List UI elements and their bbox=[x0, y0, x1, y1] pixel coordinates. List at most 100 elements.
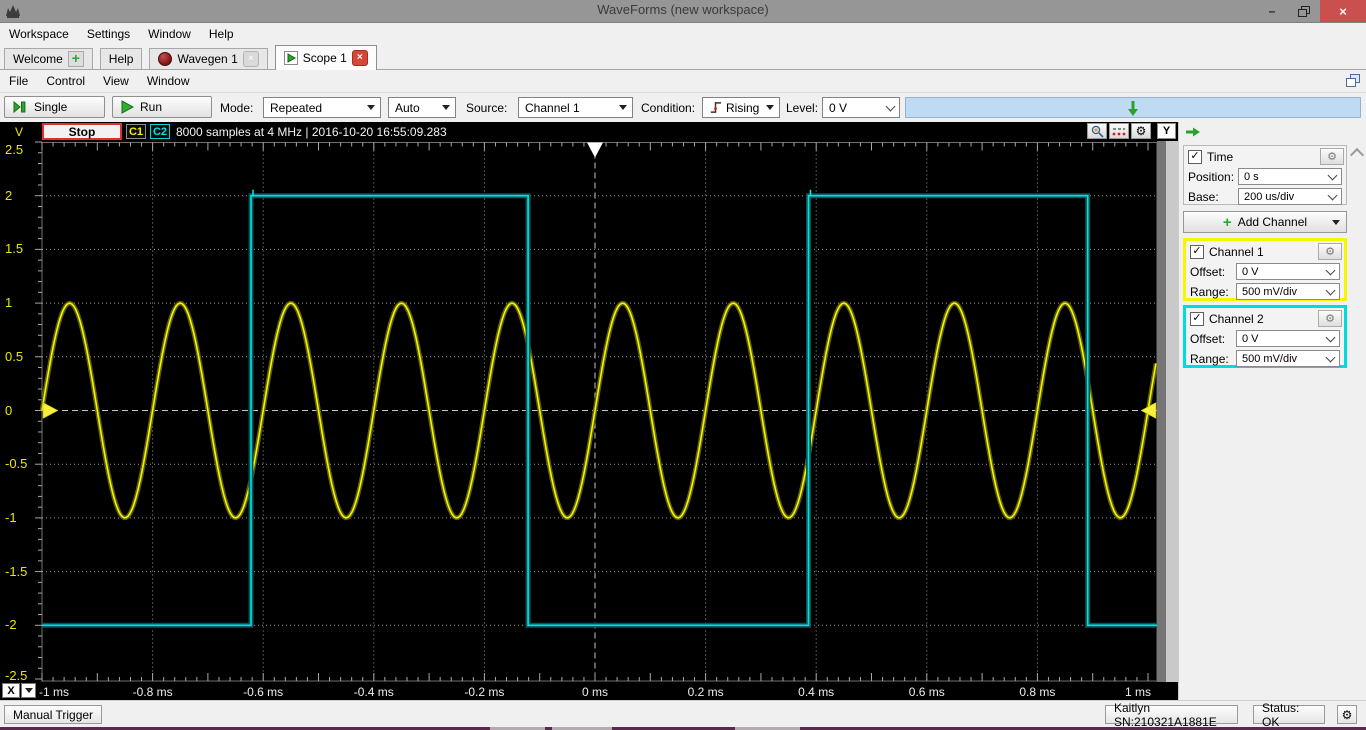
chevron-down-icon bbox=[1327, 190, 1338, 200]
collapse-panel-arrow-icon[interactable] bbox=[1185, 127, 1201, 137]
menu-help[interactable]: Help bbox=[200, 25, 243, 43]
channel2-offset-label: Offset: bbox=[1190, 331, 1226, 346]
y-axis-button[interactable]: Y bbox=[1157, 123, 1176, 139]
x-tick-label: 0.6 ms bbox=[908, 685, 945, 699]
channel2-checkbox[interactable]: ✓ bbox=[1190, 311, 1204, 326]
level-label: Level: bbox=[786, 101, 819, 115]
x-tick-label: -0.2 ms bbox=[464, 685, 505, 699]
x-tick-label: -0.8 ms bbox=[132, 685, 173, 699]
channel1-group: ✓ Channel 1 ⚙ Offset: 0 V Range: 500 mV/… bbox=[1183, 238, 1347, 301]
y-tick-label: -1 bbox=[5, 509, 17, 525]
device-settings-button[interactable]: ⚙ bbox=[1337, 705, 1357, 724]
channel1-settings-button[interactable]: ⚙ bbox=[1318, 243, 1342, 260]
status-button[interactable]: Status: OK bbox=[1253, 701, 1325, 729]
tab-scope[interactable]: Scope 1 × bbox=[274, 45, 377, 70]
y-tick-label: -2.5 bbox=[5, 668, 28, 683]
trigger-position-bar[interactable] bbox=[905, 97, 1361, 118]
tab-wavegen-close-icon[interactable]: × bbox=[242, 51, 259, 67]
source-value: Channel 1 bbox=[525, 100, 580, 115]
record-icon bbox=[158, 52, 173, 66]
time-base-value: 200 us/div bbox=[1244, 190, 1295, 203]
y-tick-label: -2 bbox=[5, 617, 17, 633]
gear-icon: ⚙ bbox=[1325, 246, 1335, 258]
channel2-offset-select[interactable]: 0 V bbox=[1236, 330, 1340, 347]
y-tick-label: -0.5 bbox=[5, 456, 28, 472]
run-button[interactable]: Run bbox=[112, 96, 212, 118]
rising-edge-icon bbox=[710, 102, 722, 113]
restore-button[interactable] bbox=[1288, 0, 1320, 22]
channel-offset-marker-left bbox=[42, 402, 59, 419]
time-base-select[interactable]: 200 us/div bbox=[1238, 188, 1342, 205]
tab-scope-close-icon[interactable]: × bbox=[351, 50, 368, 66]
mode-label: Mode: bbox=[220, 101, 254, 115]
measure-tool-button[interactable] bbox=[1109, 123, 1129, 139]
condition-select[interactable]: Rising bbox=[702, 97, 780, 118]
base-label: Base: bbox=[1188, 189, 1219, 204]
close-button[interactable]: × bbox=[1320, 0, 1366, 22]
position-label: Position: bbox=[1188, 169, 1235, 184]
channel2-settings-button[interactable]: ⚙ bbox=[1318, 310, 1342, 327]
tab-scope-label: Scope 1 bbox=[302, 51, 347, 65]
trigger-mode-select[interactable]: Auto bbox=[388, 97, 456, 118]
time-position-select[interactable]: 0 s bbox=[1238, 168, 1342, 185]
channel1-checkbox[interactable]: ✓ bbox=[1190, 244, 1204, 259]
time-group: ✓ Time ⚙ Position: 0 s Base: 200 us/div bbox=[1183, 145, 1347, 205]
y-tick-label: -1.5 bbox=[5, 563, 28, 579]
scope-plot[interactable] bbox=[0, 141, 1178, 682]
time-checkbox[interactable]: ✓ bbox=[1188, 149, 1202, 164]
check-icon: ✓ bbox=[1192, 312, 1202, 324]
channel2-range-value: 500 mV/div bbox=[1242, 352, 1298, 365]
tab-help-label: Help bbox=[108, 52, 134, 66]
plot-panel-splitter[interactable] bbox=[1157, 141, 1178, 682]
channel2-range-label: Range: bbox=[1190, 351, 1229, 366]
device-button[interactable]: Kaitlyn SN:210321A1881E bbox=[1105, 701, 1238, 729]
stop-button[interactable]: Stop bbox=[42, 123, 122, 140]
add-channel-button[interactable]: + Add Channel bbox=[1183, 211, 1347, 233]
mode-select[interactable]: Repeated bbox=[263, 97, 381, 118]
add-instrument-icon: + bbox=[67, 51, 84, 67]
run-play-icon bbox=[121, 100, 134, 114]
y-tick-label: 1 bbox=[5, 295, 13, 311]
gear-icon: ⚙ bbox=[1341, 707, 1353, 722]
tab-help[interactable]: Help bbox=[99, 48, 143, 69]
scroll-up-icon[interactable] bbox=[1349, 147, 1365, 163]
minimize-button[interactable]: – bbox=[1256, 0, 1288, 22]
channel1-range-value: 500 mV/div bbox=[1242, 285, 1298, 298]
add-channel-label: Add Channel bbox=[1237, 215, 1308, 229]
channel1-badge[interactable]: C1 bbox=[126, 124, 146, 139]
menu-control[interactable]: Control bbox=[37, 72, 94, 90]
manual-trigger-button[interactable]: Manual Trigger bbox=[4, 705, 103, 724]
time-settings-button[interactable]: ⚙ bbox=[1320, 148, 1344, 165]
dropdown-arrow-icon bbox=[766, 105, 774, 110]
restore-icon bbox=[1298, 5, 1310, 17]
tab-wavegen[interactable]: Wavegen 1 × bbox=[149, 48, 268, 69]
single-icon bbox=[13, 100, 26, 114]
chevron-down-icon bbox=[1325, 332, 1336, 342]
channel2-badge[interactable]: C2 bbox=[150, 124, 170, 139]
source-select[interactable]: Channel 1 bbox=[518, 97, 633, 118]
tab-welcome[interactable]: Welcome + bbox=[4, 48, 93, 69]
level-select[interactable]: 0 V bbox=[822, 97, 900, 118]
menu-view[interactable]: View bbox=[94, 72, 138, 90]
y-tick-label: 1.5 bbox=[5, 241, 24, 257]
zoom-tool-button[interactable] bbox=[1087, 123, 1107, 139]
menu-settings[interactable]: Settings bbox=[78, 25, 139, 43]
title-bar: WaveForms (new workspace) – × bbox=[0, 0, 1366, 23]
menu-window[interactable]: Window bbox=[139, 25, 200, 43]
channel1-range-select[interactable]: 500 mV/div bbox=[1236, 283, 1340, 300]
trigger-mode-value: Auto bbox=[395, 100, 420, 115]
single-button[interactable]: Single bbox=[4, 96, 105, 118]
channel1-offset-select[interactable]: 0 V bbox=[1236, 263, 1340, 280]
undock-icon[interactable] bbox=[1346, 74, 1360, 87]
tab-welcome-label: Welcome bbox=[13, 52, 63, 66]
x-axis-button[interactable]: X bbox=[2, 683, 20, 698]
plot-settings-button[interactable]: ⚙ bbox=[1131, 123, 1151, 139]
menu-file[interactable]: File bbox=[0, 72, 37, 90]
acquisition-toolbar: Single Run Mode: Repeated Auto Source: C… bbox=[0, 92, 1366, 124]
menu-workspace[interactable]: Workspace bbox=[0, 25, 78, 43]
time-label: Time bbox=[1207, 149, 1234, 164]
dropdown-arrow-icon bbox=[1332, 220, 1340, 225]
menu-window-2[interactable]: Window bbox=[138, 72, 199, 90]
channel2-range-select[interactable]: 500 mV/div bbox=[1236, 350, 1340, 367]
dropdown-arrow-icon bbox=[367, 105, 375, 110]
